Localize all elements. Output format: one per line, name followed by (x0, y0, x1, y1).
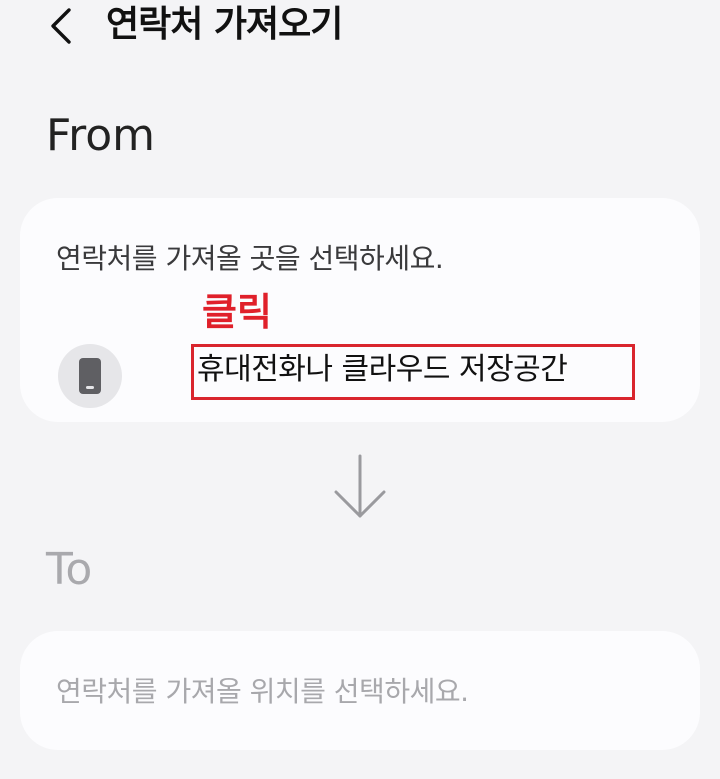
phone-icon-avatar (58, 344, 122, 408)
phone-or-cloud-storage-option[interactable]: 휴대전화나 클라우드 저장공간 (56, 338, 676, 410)
page-title: 연락처 가져오기 (106, 4, 343, 45)
from-section-label: From (46, 110, 156, 161)
to-destination-selector[interactable]: 연락처를 가져올 위치를 선택하세요. (20, 631, 700, 750)
back-button[interactable] (38, 4, 82, 48)
source-option-label: 휴대전화나 클라우드 저장공간 (197, 352, 568, 387)
phone-icon (79, 358, 101, 394)
from-prompt: 연락처를 가져올 곳을 선택하세요. (56, 242, 444, 275)
app-header: 연락처 가져오기 (0, 0, 720, 56)
arrow-down-icon (334, 454, 386, 518)
to-prompt: 연락처를 가져올 위치를 선택하세요. (56, 675, 469, 708)
click-annotation: 클릭 (202, 290, 272, 334)
to-section-label: To (46, 544, 93, 595)
from-card: 연락처를 가져올 곳을 선택하세요. 클릭 휴대전화나 클라우드 저장공간 (20, 198, 700, 422)
chevron-left-icon (51, 8, 71, 44)
